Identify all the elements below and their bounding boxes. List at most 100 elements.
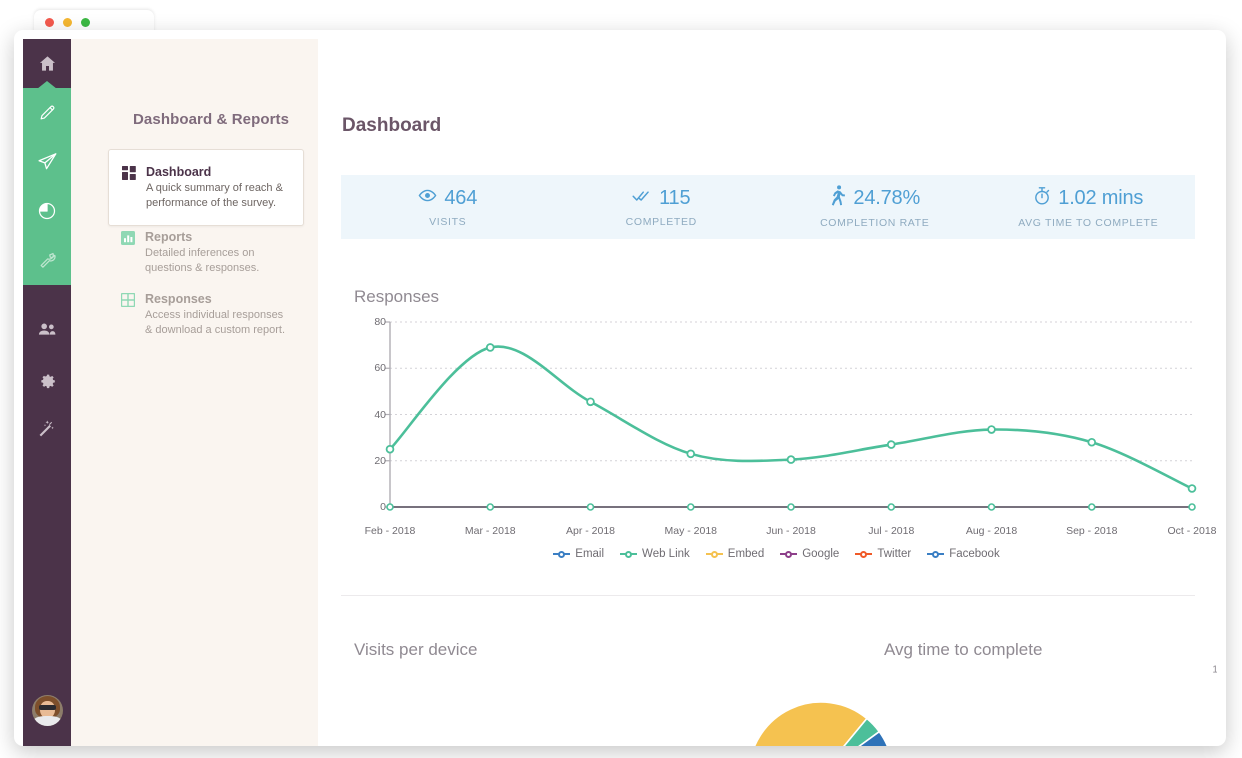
legend-item[interactable]: Embed bbox=[705, 548, 765, 560]
bar-chart-y-tick-label: 75 bbox=[1203, 688, 1217, 699]
browser-body: Dashboard & Reports Dashboard A quick su… bbox=[14, 30, 1226, 746]
avg-time-to-complete-title: Avg time to complete bbox=[884, 640, 1043, 659]
maximize-window-button[interactable] bbox=[81, 17, 90, 27]
stat-completed-label: COMPLETED bbox=[625, 215, 697, 228]
stat-avg-time: 1.02 mins AVG TIME TO COMPLETE bbox=[982, 175, 1196, 239]
rail-item-home[interactable] bbox=[23, 39, 71, 88]
x-axis-tick-label: Apr - 2018 bbox=[565, 525, 616, 537]
pie-canvas bbox=[753, 701, 889, 746]
paper-plane-icon bbox=[37, 151, 58, 172]
sidebar-item-responses-label: Responses bbox=[145, 292, 212, 306]
y-axis-tick-label: 20 bbox=[374, 454, 386, 467]
legend-item[interactable]: Web Link bbox=[620, 548, 690, 560]
rail-item-build[interactable] bbox=[23, 88, 71, 137]
stats-summary-bar: 464 VISITS 115 COMPLETED 24.78% COMPLETI… bbox=[341, 175, 1195, 239]
x-axis-tick-label: Mar - 2018 bbox=[464, 525, 516, 537]
wrench-icon bbox=[37, 250, 57, 270]
app-viewport: Dashboard & Reports Dashboard A quick su… bbox=[23, 39, 1217, 746]
stat-completion-rate-label: COMPLETION RATE bbox=[820, 217, 930, 229]
y-axis-tick-label: 0 bbox=[380, 501, 386, 513]
responses-chart-canvas bbox=[385, 321, 1197, 511]
section-divider bbox=[341, 595, 1195, 596]
rail-item-send[interactable] bbox=[23, 137, 71, 186]
y-axis-tick-label: 80 bbox=[374, 316, 386, 328]
nav-rail bbox=[23, 39, 71, 746]
legend-swatch-icon bbox=[620, 550, 638, 559]
avatar-sunglasses bbox=[39, 705, 56, 710]
legend-item[interactable]: Google bbox=[780, 548, 839, 560]
minimize-window-button[interactable] bbox=[63, 17, 72, 27]
legend-swatch-icon bbox=[705, 550, 723, 559]
sidebar-item-responses-description: Access individual responses & download a… bbox=[145, 309, 286, 336]
avatar[interactable] bbox=[32, 695, 63, 726]
legend-item[interactable]: Facebook bbox=[927, 548, 1000, 560]
sidebar: Dashboard & Reports Dashboard A quick su… bbox=[71, 39, 318, 746]
table-grid-icon bbox=[120, 291, 136, 337]
legend-swatch-icon bbox=[855, 550, 873, 559]
pie-chart-icon bbox=[37, 201, 57, 221]
legend-item-label: Embed bbox=[727, 548, 765, 560]
rail-item-configure[interactable] bbox=[23, 235, 71, 284]
main-content: Dashboard 464 VISITS 115 COMPLETED 24.78… bbox=[318, 39, 1217, 746]
stat-avg-time-label: AVG TIME TO COMPLETE bbox=[1018, 216, 1159, 229]
y-axis-tick-label: 60 bbox=[374, 362, 386, 375]
x-axis-tick-label: Feb - 2018 bbox=[364, 525, 416, 537]
browser-window: Dashboard & Reports Dashboard A quick su… bbox=[14, 10, 1226, 746]
x-axis-tick-label: May - 2018 bbox=[664, 525, 718, 537]
x-axis-tick-label: Jul - 2018 bbox=[868, 525, 915, 537]
rail-item-settings[interactable] bbox=[23, 354, 71, 403]
legend-swatch-icon bbox=[780, 550, 798, 559]
eye-icon bbox=[418, 186, 437, 210]
runner-icon bbox=[829, 185, 846, 211]
people-icon bbox=[37, 319, 58, 340]
legend-item-label: Google bbox=[802, 548, 840, 560]
gear-icon bbox=[37, 369, 57, 389]
x-axis-tick-label: Jun - 2018 bbox=[766, 525, 816, 537]
stat-completion-rate: 24.78% COMPLETION RATE bbox=[768, 175, 982, 239]
double-check-icon bbox=[632, 187, 652, 210]
rail-item-team[interactable] bbox=[23, 305, 71, 354]
y-axis-tick-label: 40 bbox=[374, 408, 386, 421]
avatar-shirt bbox=[34, 716, 61, 726]
x-axis-tick-label: Aug - 2018 bbox=[965, 525, 1018, 537]
sidebar-item-responses[interactable]: Responses Access individual responses & … bbox=[108, 277, 304, 352]
visits-per-device-pie-chart[interactable] bbox=[743, 694, 903, 746]
stat-visits: 464 VISITS bbox=[341, 175, 555, 239]
sidebar-title: Dashboard & Reports bbox=[133, 111, 290, 128]
stat-completed: 115 COMPLETED bbox=[555, 175, 769, 239]
stat-visits-value: 464 bbox=[444, 186, 478, 209]
legend-item[interactable]: Twitter bbox=[855, 548, 911, 560]
legend-swatch-icon bbox=[927, 550, 945, 559]
stat-completion-rate-value: 24.78% bbox=[853, 186, 921, 209]
sidebar-item-dashboard-description: A quick summary of reach & performance o… bbox=[146, 182, 283, 209]
legend-item-label: Twitter bbox=[877, 548, 912, 560]
rail-item-analyze[interactable] bbox=[23, 186, 71, 235]
magic-wand-icon bbox=[37, 418, 57, 438]
bar-chart-icon bbox=[121, 229, 135, 275]
avg-time-bar-chart[interactable]: 75 100 bbox=[1203, 664, 1217, 746]
home-icon bbox=[38, 54, 57, 73]
close-window-button[interactable] bbox=[45, 17, 54, 27]
pencil-icon bbox=[38, 103, 57, 122]
stopwatch-icon bbox=[1033, 186, 1051, 211]
x-axis-tick-label: Oct - 2018 bbox=[1167, 525, 1217, 537]
stat-visits-label: VISITS bbox=[429, 216, 467, 228]
sidebar-item-reports-label: Reports bbox=[145, 230, 193, 244]
responses-chart-legend[interactable]: Email Web Link Embed Google Twitter Facebook bbox=[354, 548, 1199, 560]
legend-swatch-icon bbox=[553, 550, 571, 559]
legend-item-label: Facebook bbox=[949, 548, 1000, 560]
sidebar-item-reports-description: Detailed inferences on questions & respo… bbox=[145, 247, 260, 274]
page-title: Dashboard bbox=[342, 115, 442, 136]
stat-avg-time-value: 1.02 mins bbox=[1058, 186, 1144, 209]
stat-completed-value: 115 bbox=[659, 186, 691, 209]
responses-line-chart[interactable]: Feb - 2018 Mar - 2018 Apr - 2018 May - 2018… bbox=[354, 314, 1217, 569]
visits-per-device-title: Visits per device bbox=[354, 640, 478, 659]
sidebar-item-dashboard-label: Dashboard bbox=[146, 165, 212, 179]
legend-item-label: Email bbox=[575, 548, 605, 560]
grid-squares-icon bbox=[122, 164, 136, 210]
rail-item-magic[interactable] bbox=[23, 403, 71, 452]
responses-section-title: Responses bbox=[354, 287, 440, 306]
x-axis-tick-label: Sep - 2018 bbox=[1066, 525, 1118, 537]
legend-item-label: Web Link bbox=[642, 548, 690, 560]
legend-item[interactable]: Email bbox=[553, 548, 604, 560]
